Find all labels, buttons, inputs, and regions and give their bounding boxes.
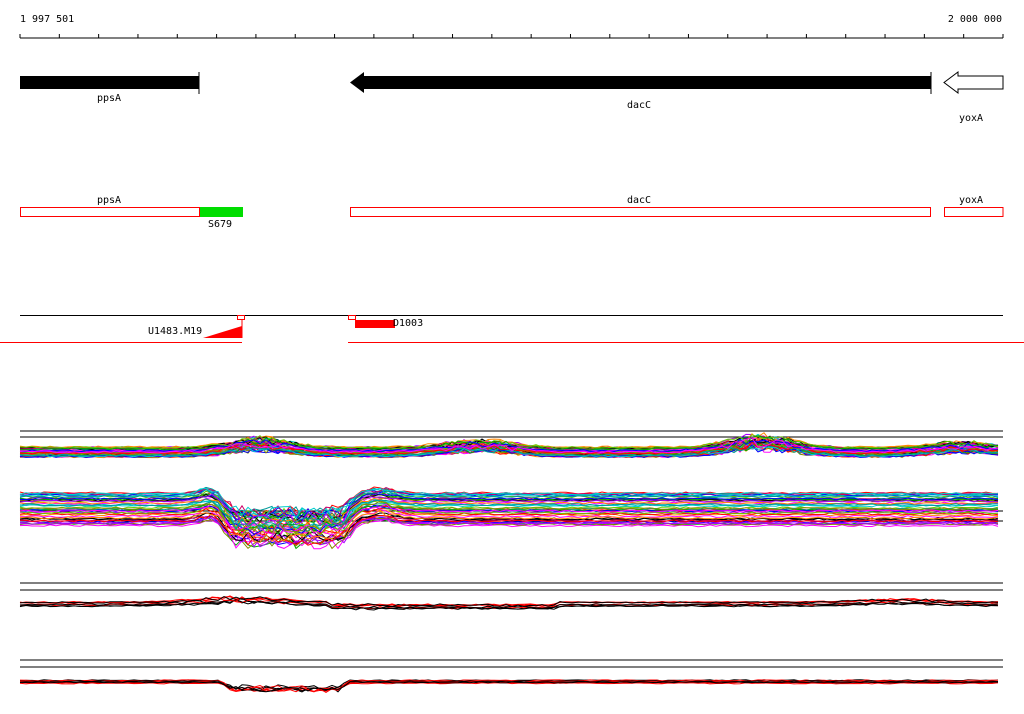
gene-dacC-arrow[interactable] [350,72,931,93]
expression-traces [19,430,1003,693]
coordinate-ruler [19,34,1004,39]
probe-U1483-label: U1483.M19 [148,326,203,337]
gene-yoxA-label: yoxA [958,113,984,124]
feature-yoxA-box[interactable] [944,207,1004,217]
ruler-start-label: 1 997 501 [20,14,75,25]
probe-D1003-bar[interactable] [355,320,395,328]
feature-S679-box[interactable] [200,207,243,217]
genome-browser-canvas [0,34,1024,693]
feature-yoxA-label: yoxA [958,195,984,206]
expression-trace-line [19,682,999,693]
feature-S679-label: S679 [208,219,233,230]
feature-dacC-label: dacC [626,195,652,206]
ruler-ticks [19,34,1004,38]
feature-ppsA-box[interactable] [20,207,200,217]
feature-track [20,207,1004,217]
probe-D1003-label: D1003 [393,318,424,329]
ruler-end-label: 2 000 000 [947,14,1002,25]
gene-track [20,71,1004,94]
gene-ppsA-label: ppsA [96,93,122,104]
gene-ppsA-bar[interactable] [20,76,199,89]
feature-dacC-box[interactable] [350,207,931,217]
feature-ppsA-label: ppsA [96,195,122,206]
probe-D1003-marker [348,315,356,320]
gene-dacC-label: dacC [626,100,652,111]
probe-U1483-triangle[interactable] [203,326,242,338]
probe-U1483-marker [237,315,245,320]
gene-yoxA-arrow[interactable] [943,71,1004,94]
expression-trace-line [19,598,999,609]
